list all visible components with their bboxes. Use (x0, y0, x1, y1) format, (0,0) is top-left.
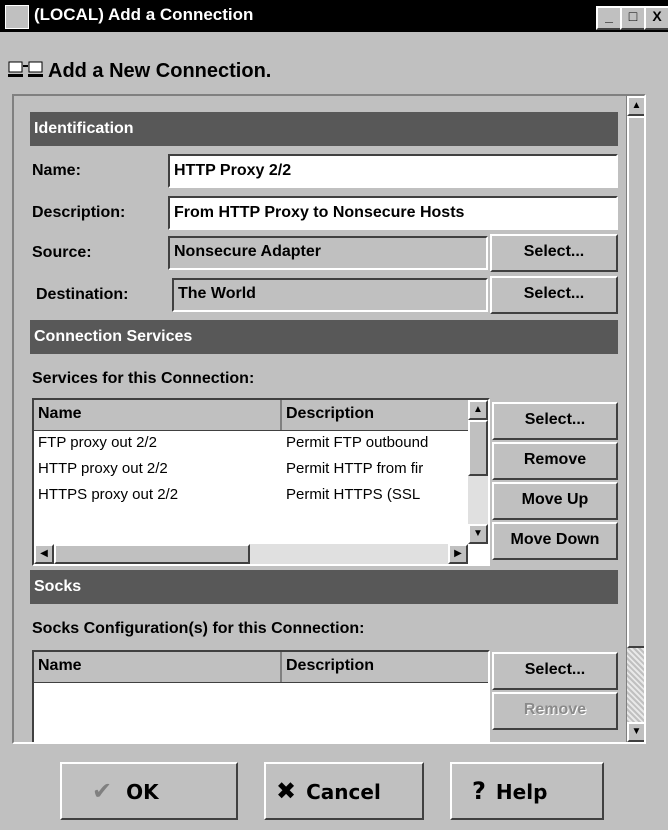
title-bar[interactable]: (LOCAL) Add a Connection _ □ X (0, 0, 668, 32)
socks-select-button[interactable]: Select... (492, 652, 618, 690)
table-row[interactable]: FTP proxy out 2/2 Permit FTP outbound (34, 431, 488, 457)
services-list[interactable]: Name Description FTP proxy out 2/2 Permi… (32, 398, 490, 566)
help-label: Help (495, 780, 548, 804)
maximize-button[interactable]: □ (620, 6, 646, 30)
x-icon: ✖ (276, 777, 297, 805)
services-select-button[interactable]: Select... (492, 402, 618, 440)
column-divider (280, 400, 282, 430)
cancel-button[interactable]: ✖ Cancel (264, 762, 424, 820)
scroll-right-arrow-icon[interactable]: ▶ (448, 544, 468, 564)
minimize-button[interactable]: _ (596, 6, 622, 30)
dialog-header: Add a New Connection. (0, 32, 668, 88)
services-remove-button[interactable]: Remove (492, 442, 618, 480)
row-name: FTP proxy out 2/2 (38, 434, 157, 451)
destination-field: The World (172, 278, 488, 312)
scroll-thumb[interactable] (627, 116, 644, 648)
destination-label: Destination: (36, 286, 129, 303)
section-identification: Identification (30, 112, 618, 146)
services-move-down-button[interactable]: Move Down (492, 522, 618, 560)
services-vertical-scrollbar[interactable]: ▲ ▼ (468, 400, 488, 544)
name-field[interactable]: HTTP Proxy 2/2 (168, 154, 618, 188)
section-connection-services: Connection Services (30, 320, 618, 354)
scroll-up-arrow-icon[interactable]: ▲ (627, 96, 644, 116)
scroll-down-arrow-icon[interactable]: ▼ (468, 524, 488, 544)
scroll-thumb[interactable] (54, 544, 250, 564)
ok-label: OK (126, 780, 159, 804)
scroll-up-arrow-icon[interactable]: ▲ (468, 400, 488, 420)
help-button[interactable]: ? Help (450, 762, 604, 820)
content-frame: Identification Name: HTTP Proxy 2/2 Desc… (12, 94, 646, 744)
scroll-down-arrow-icon[interactable]: ▼ (627, 722, 644, 742)
close-button[interactable]: X (644, 6, 668, 30)
frame-vertical-scrollbar[interactable]: ▲ ▼ (626, 96, 644, 742)
row-description: Permit HTTP from fir (286, 460, 424, 477)
column-name[interactable]: Name (38, 405, 82, 423)
checkmark-icon: ✔ (92, 777, 113, 805)
dialog-heading: Add a New Connection. (48, 60, 272, 82)
section-socks: Socks (30, 570, 618, 604)
row-description: Permit FTP outbound (286, 434, 429, 451)
name-label: Name: (32, 162, 81, 179)
row-name: HTTP proxy out 2/2 (38, 460, 168, 477)
app-icon (5, 5, 29, 29)
ok-button[interactable]: ✔ OK (60, 762, 238, 820)
socks-list[interactable]: Name Description (32, 650, 490, 742)
services-subheading: Services for this Connection: (32, 370, 255, 387)
connection-icon (8, 61, 43, 77)
column-name[interactable]: Name (38, 657, 82, 675)
row-name: HTTPS proxy out 2/2 (38, 486, 179, 503)
description-label: Description: (32, 204, 126, 221)
window-title: (LOCAL) Add a Connection (34, 5, 254, 24)
services-column-header: Name Description (34, 400, 488, 431)
services-move-up-button[interactable]: Move Up (492, 482, 618, 520)
socks-column-header: Name Description (34, 652, 488, 683)
socks-remove-button[interactable]: Remove (492, 692, 618, 730)
cancel-label: Cancel (306, 780, 381, 804)
source-field: Nonsecure Adapter (168, 236, 488, 270)
row-description: Permit HTTPS (SSL (286, 486, 421, 503)
services-horizontal-scrollbar[interactable]: ◀ ▶ (34, 544, 468, 564)
table-row[interactable]: HTTP proxy out 2/2 Permit HTTP from fir (34, 457, 488, 483)
socks-subheading: Socks Configuration(s) for this Connecti… (32, 620, 365, 637)
scroll-thumb[interactable] (468, 420, 488, 476)
destination-select-button[interactable]: Select... (490, 276, 618, 314)
question-icon: ? (472, 777, 486, 805)
column-divider (280, 652, 282, 682)
description-field[interactable]: From HTTP Proxy to Nonsecure Hosts (168, 196, 618, 230)
scroll-track[interactable] (627, 648, 644, 722)
source-select-button[interactable]: Select... (490, 234, 618, 272)
column-description[interactable]: Description (286, 405, 374, 423)
source-label: Source: (32, 244, 92, 261)
table-row[interactable]: HTTPS proxy out 2/2 Permit HTTPS (SSL (34, 483, 488, 509)
scroll-left-arrow-icon[interactable]: ◀ (34, 544, 54, 564)
column-description[interactable]: Description (286, 657, 374, 675)
